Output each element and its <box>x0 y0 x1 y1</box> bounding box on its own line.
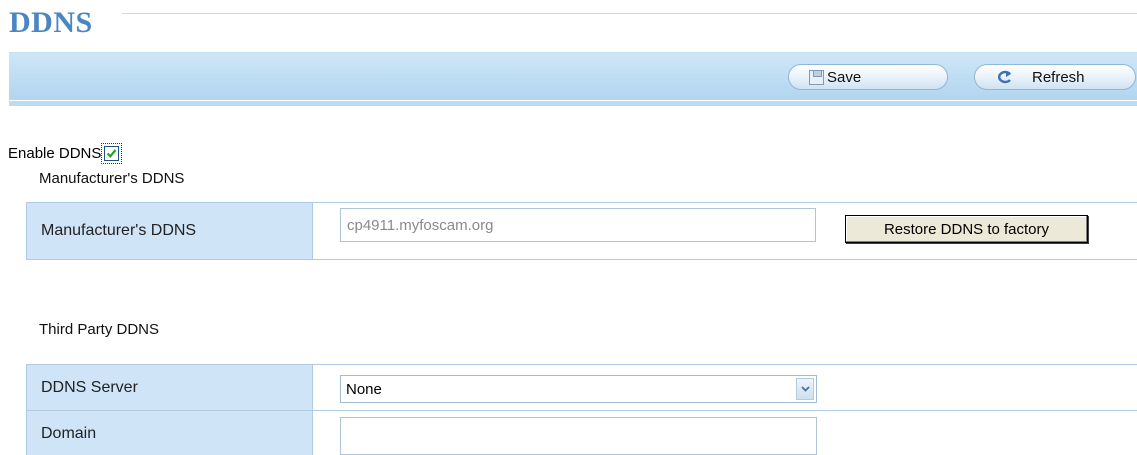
toolbar-underline <box>9 101 1137 106</box>
ddns-server-selected-value: None <box>346 380 382 398</box>
title-divider <box>122 13 1137 14</box>
toolbar: Save Refresh <box>9 52 1137 100</box>
ddns-server-select[interactable]: None <box>340 375 817 403</box>
manufacturer-ddns-table: Manufacturer's DDNS Restore DDNS to fact… <box>26 202 1137 260</box>
manufacturer-section-title: Manufacturer's DDNS <box>39 170 185 187</box>
manufacturer-ddns-field[interactable] <box>340 208 816 242</box>
refresh-icon <box>995 70 1013 84</box>
ddns-server-row: DDNS Server None <box>26 365 1137 411</box>
restore-ddns-factory-button[interactable]: Restore DDNS to factory <box>845 215 1088 243</box>
save-icon <box>809 69 824 85</box>
manufacturer-ddns-row: Manufacturer's DDNS Restore DDNS to fact… <box>26 203 1137 260</box>
ddns-settings-page: DDNS Save Refresh Enable DDNS Manufactur… <box>0 0 1137 455</box>
third-party-section-title: Third Party DDNS <box>39 321 160 338</box>
domain-row: Domain <box>26 411 1137 455</box>
refresh-button[interactable]: Refresh <box>974 64 1136 90</box>
page-title: DDNS <box>9 6 93 39</box>
ddns-server-label: DDNS Server <box>27 365 313 410</box>
domain-field[interactable] <box>340 417 817 455</box>
save-button-label: Save <box>827 68 862 86</box>
chevron-down-icon[interactable] <box>796 378 814 400</box>
enable-ddns-row: Enable DDNS <box>8 143 123 164</box>
domain-label: Domain <box>27 411 313 455</box>
enable-ddns-label: Enable DDNS <box>8 145 102 162</box>
refresh-button-label: Refresh <box>1032 68 1085 86</box>
save-button[interactable]: Save <box>788 64 948 90</box>
enable-ddns-checkbox[interactable] <box>101 143 123 164</box>
manufacturer-ddns-label: Manufacturer's DDNS <box>27 203 313 259</box>
third-party-ddns-table: DDNS Server None Domain <box>26 364 1137 455</box>
checkmark-icon <box>107 149 117 158</box>
